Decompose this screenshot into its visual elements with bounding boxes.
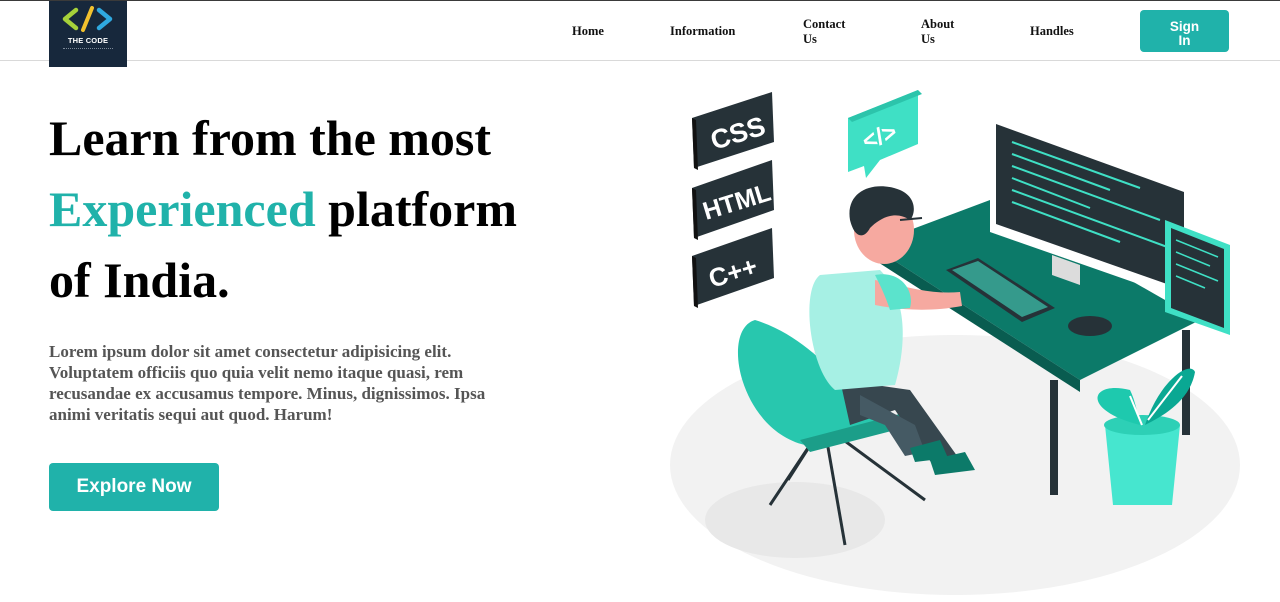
mouse bbox=[1068, 316, 1112, 336]
illustration-svg: CSS HTML C++ </> bbox=[670, 90, 1240, 595]
nav-about-line1: About bbox=[921, 17, 955, 31]
chair-shadow bbox=[705, 482, 885, 558]
nav-handles[interactable]: Handles bbox=[1030, 24, 1074, 39]
code-brackets-icon bbox=[62, 6, 113, 32]
headline-line-1: Learn from the most bbox=[49, 110, 492, 166]
brand-logo[interactable]: THE CODE bbox=[49, 1, 127, 67]
nav-home[interactable]: Home bbox=[572, 24, 604, 39]
desk-leg-left bbox=[1050, 380, 1058, 495]
brand-tagline-rule bbox=[63, 48, 113, 50]
sign-in-button[interactable]: Sign In bbox=[1140, 10, 1229, 52]
developer-at-desk-illustration: CSS HTML C++ </> bbox=[660, 80, 1260, 595]
code-tag-icon: </> bbox=[848, 90, 922, 178]
headline-accent: Experienced bbox=[49, 181, 316, 237]
nav-information[interactable]: Information bbox=[670, 24, 735, 39]
navbar: THE CODE Home Information Contact Us Abo… bbox=[0, 1, 1280, 67]
nav-contact-us[interactable]: Contact Us bbox=[803, 17, 853, 47]
nav-about-us[interactable]: About Us bbox=[921, 17, 961, 47]
sign-in-line1: Sign bbox=[1169, 19, 1200, 34]
plant-pot bbox=[1105, 425, 1180, 505]
nav-contact-line1: Contact bbox=[803, 17, 846, 31]
nav-contact-line2: Us bbox=[803, 32, 817, 46]
nav-about-line2: Us bbox=[921, 32, 935, 46]
headline-line-2-rest: platform bbox=[315, 181, 517, 237]
sign-in-line2: In bbox=[1178, 33, 1191, 48]
explore-now-button[interactable]: Explore Now bbox=[49, 463, 219, 511]
hero-lead-text: Lorem ipsum dolor sit amet consectetur a… bbox=[49, 342, 486, 424]
headline-line-3: of India. bbox=[49, 252, 230, 308]
hero-headline: Learn from the most Experienced platform… bbox=[49, 103, 609, 316]
brand-name: THE CODE bbox=[67, 36, 109, 45]
